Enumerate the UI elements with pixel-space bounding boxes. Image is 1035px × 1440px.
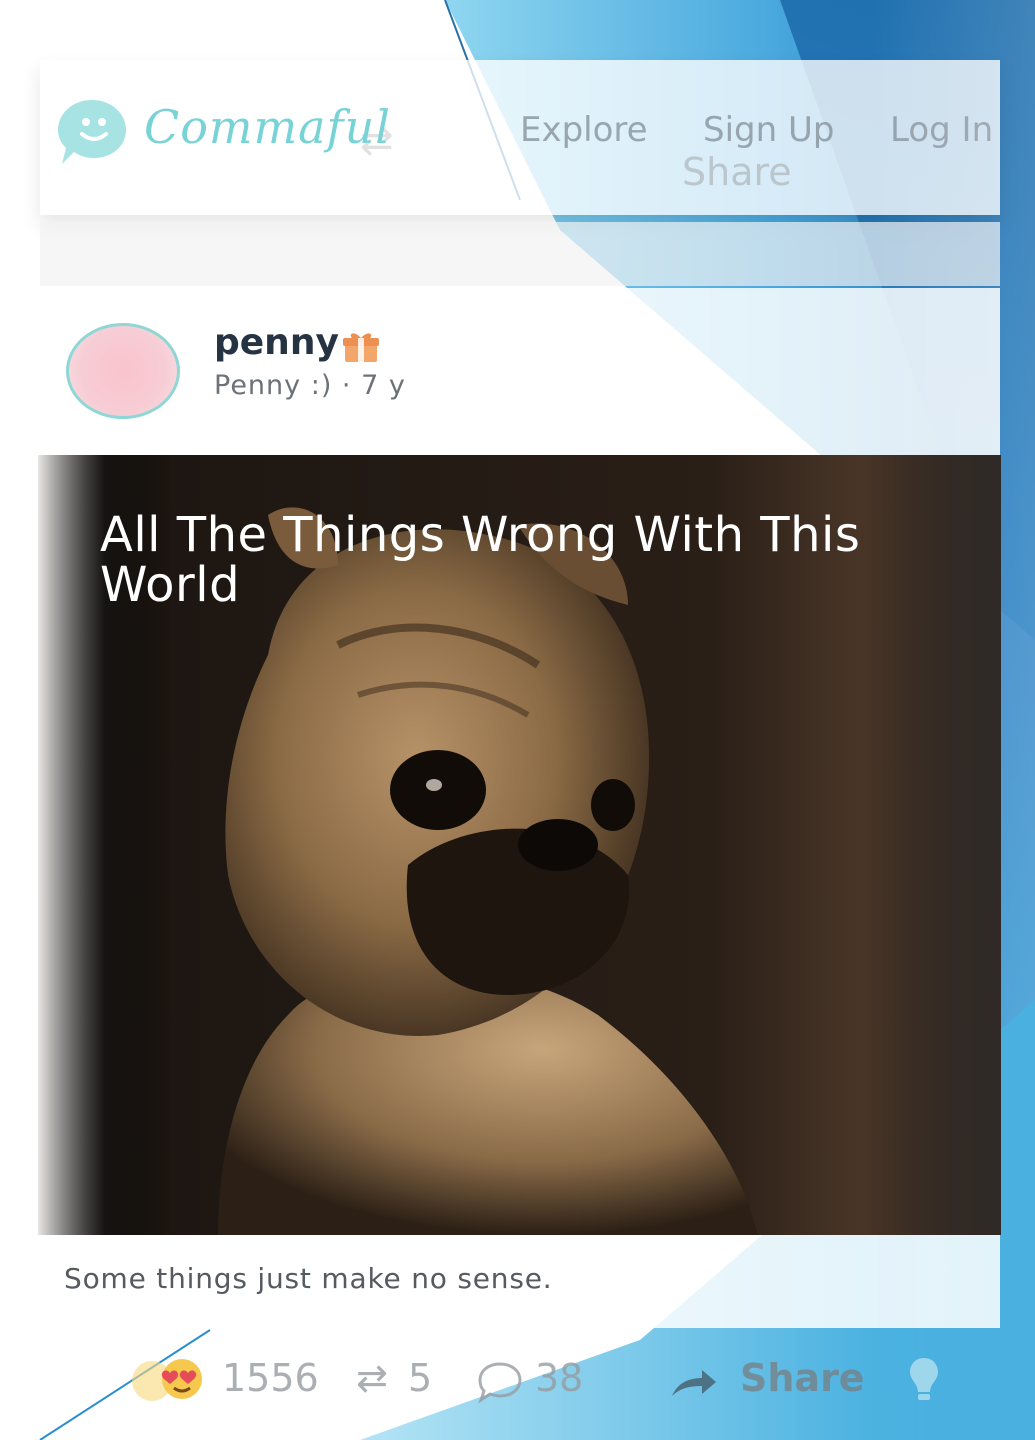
- nav-sign-up[interactable]: Sign Up: [703, 110, 834, 150]
- feed-gap: [40, 222, 1000, 286]
- story-title[interactable]: All The Things Wrong With This World: [100, 510, 980, 610]
- share-arrow-icon[interactable]: [668, 1366, 718, 1400]
- share-button[interactable]: Share: [740, 1356, 865, 1400]
- reactions-count: 1556: [222, 1356, 319, 1400]
- heart-eyes-emoji-icon[interactable]: [112, 1355, 212, 1405]
- app-screenshot: ⇄ Commaful Explore Sign Up Log In Share …: [0, 0, 1035, 1440]
- repost-icon[interactable]: ⇄: [356, 1356, 388, 1400]
- ghost-share-text: Share: [682, 150, 792, 194]
- author-subline: Penny :) · 7 y: [214, 370, 406, 401]
- comments-count: 38: [535, 1356, 584, 1400]
- gift-icon: [343, 333, 379, 362]
- nav-explore[interactable]: Explore: [520, 110, 648, 150]
- reposts-count: 5: [408, 1356, 433, 1400]
- story-caption: Some things just make no sense.: [64, 1262, 553, 1295]
- author-username[interactable]: penny: [214, 322, 339, 363]
- brand-logo-text[interactable]: Commaful: [144, 100, 391, 154]
- commaful-logo-icon: [58, 100, 126, 164]
- avatar[interactable]: [66, 323, 180, 419]
- bulb-icon[interactable]: [906, 1354, 942, 1404]
- comment-icon[interactable]: [476, 1360, 524, 1404]
- nav-log-in[interactable]: Log In: [890, 110, 993, 150]
